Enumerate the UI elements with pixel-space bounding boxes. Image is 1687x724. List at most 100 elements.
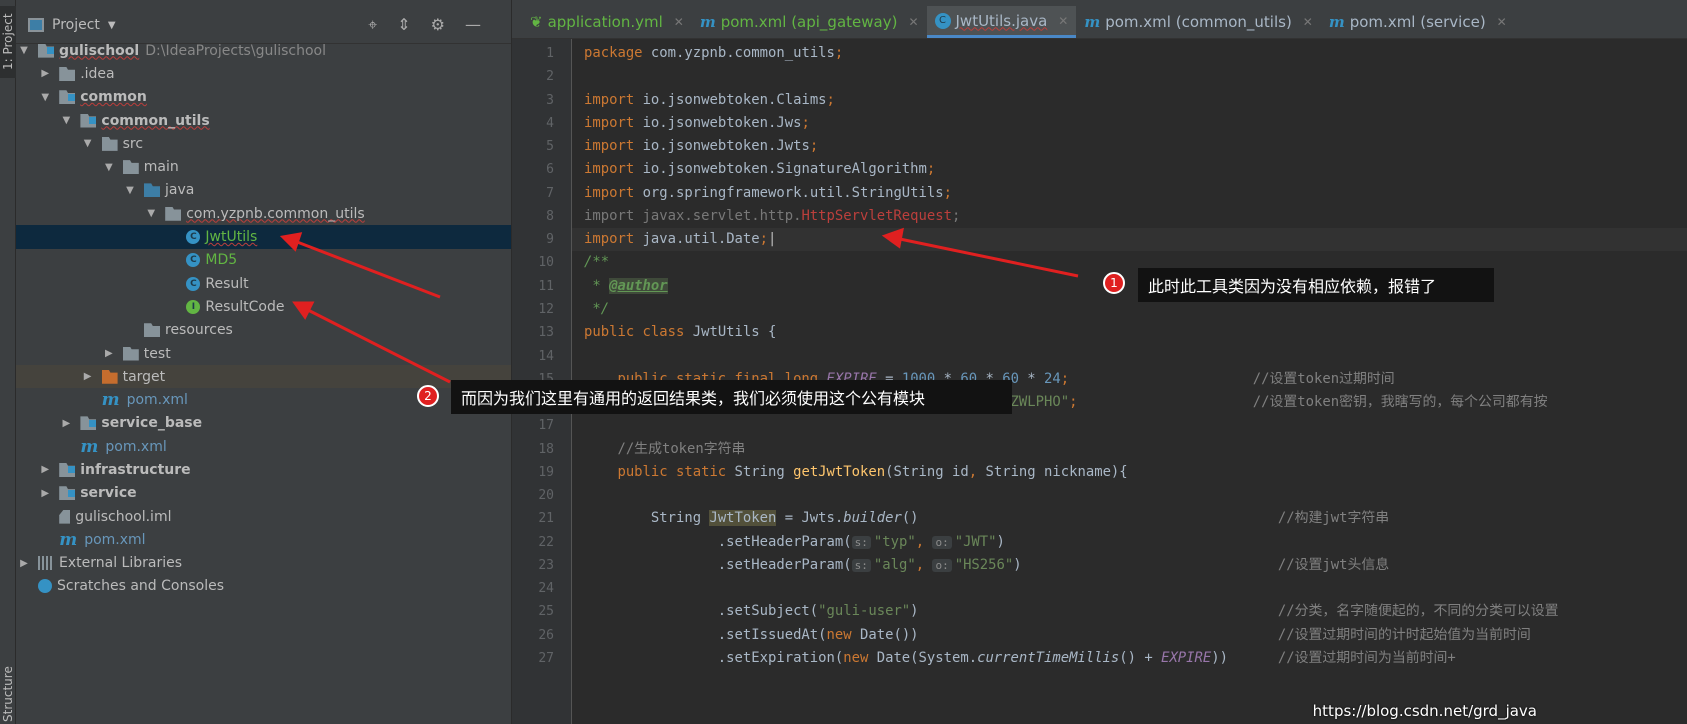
tree-item[interactable]: ▼ main — [16, 155, 511, 178]
tree-item[interactable]: ▼ java — [16, 179, 511, 202]
tree-item[interactable]: ▶ infrastructure — [16, 458, 511, 481]
tree-item[interactable]: ▶ target — [16, 365, 511, 389]
tree-item[interactable]: ▼ gulischool D:\IdeaProjects\gulischool — [16, 39, 511, 62]
gear-icon[interactable]: ⚙ — [431, 15, 445, 35]
code-token: ) — [1013, 556, 1022, 573]
chevron-down-icon[interactable]: ▼ — [103, 162, 115, 173]
code-line[interactable]: import io.jsonwebtoken.Claims; — [584, 89, 835, 112]
code-line[interactable]: * @author — [584, 275, 668, 298]
code-token: import — [584, 161, 635, 178]
code-token: io.jsonwebtoken.Jws — [642, 114, 802, 131]
chevron-down-icon[interactable]: ▼ — [39, 92, 51, 103]
code-line[interactable]: /** — [584, 251, 609, 274]
tree-item-path: D:\IdeaProjects\gulischool — [145, 42, 326, 59]
code-line[interactable]: .setHeaderParam(s: "typ", o: "JWT") — [584, 531, 1005, 554]
tree-item-label: src — [122, 135, 144, 152]
tree-item[interactable]: gulischool.iml — [16, 505, 511, 528]
tree-item[interactable]: ▶ service_base — [16, 412, 511, 435]
minimize-icon[interactable]: — — [465, 15, 481, 35]
code-line[interactable]: import java.util.Date;| — [584, 228, 776, 251]
code-line[interactable]: import io.jsonwebtoken.SignatureAlgorith… — [584, 158, 935, 181]
chevron-down-icon[interactable]: ▼ — [145, 208, 157, 219]
tree-item[interactable]: ▼ com.yzpnb.common_utils — [16, 202, 511, 225]
cls-icon: C — [186, 276, 201, 291]
code-line[interactable]: */ — [584, 298, 609, 321]
close-icon[interactable]: ✕ — [1497, 15, 1507, 29]
code-token: new — [843, 650, 869, 667]
code-line[interactable]: .setSubject("guli-user") //分类，名字随便起的，不同的分… — [584, 600, 1559, 623]
chevron-right-icon[interactable]: ▶ — [18, 558, 30, 569]
text-cursor: | — [768, 231, 777, 248]
close-icon[interactable]: ✕ — [908, 15, 918, 29]
code-comment: //设置jwt头信息 — [1277, 556, 1390, 573]
tool-window-stripe: 1: Project Structure — [0, 0, 16, 724]
code-token: import javax.servlet.http. — [584, 207, 802, 224]
target-icon — [101, 369, 118, 384]
code-token: //生成token字符串 — [584, 440, 746, 457]
tree-item[interactable]: ▼ common — [16, 86, 511, 109]
chevron-down-icon[interactable]: ▼ — [60, 115, 72, 126]
tree-item[interactable]: resources — [16, 319, 511, 342]
tree-item[interactable]: ▶ External Libraries — [16, 552, 511, 575]
close-icon[interactable]: ✕ — [674, 15, 684, 29]
code-line[interactable]: public static String getJwtToken(String … — [584, 461, 1127, 484]
chevron-right-icon[interactable]: ▶ — [103, 348, 115, 359]
code-line[interactable]: import org.springframework.util.StringUt… — [584, 182, 952, 205]
chevron-down-icon[interactable]: ▼ — [82, 138, 94, 149]
tree-item[interactable]: C Result — [16, 272, 511, 295]
tree-item-label: common — [80, 89, 147, 106]
chevron-right-icon[interactable]: ▶ — [39, 488, 51, 499]
tree-item[interactable]: Scratches and Consoles — [16, 575, 511, 598]
project-panel: Project ▼ ⌖ ⇕ ⚙ — ▼ gulischool D:\IdeaProj… — [16, 0, 512, 724]
tree-item[interactable]: C JwtUtils — [16, 225, 511, 249]
code-line[interactable]: .setIssuedAt(new Date()) //设置过期时间的计时起始值为当… — [584, 624, 1531, 647]
tree-item[interactable]: ▶ service — [16, 482, 511, 505]
collapse-all-icon[interactable]: ⇕ — [397, 15, 410, 35]
line-number: 1 — [546, 46, 554, 61]
tree-item[interactable]: ▶ .idea — [16, 62, 511, 85]
project-tool-tab[interactable]: 1: Project — [0, 6, 16, 78]
tree-item[interactable]: ▼ src — [16, 132, 511, 155]
code-line[interactable]: String JwtToken = Jwts.builder() //构建jwt字… — [584, 507, 1389, 530]
chevron-right-icon[interactable]: ▶ — [39, 464, 51, 475]
chevron-down-icon[interactable]: ▼ — [18, 45, 30, 56]
tab-application-yml[interactable]: ❦ application.yml ✕ — [522, 6, 692, 38]
chevron-down-icon[interactable]: ▼ — [124, 185, 136, 196]
structure-tool-tab[interactable]: Structure — [0, 664, 16, 724]
chevron-down-icon[interactable]: ▼ — [108, 20, 116, 31]
tree-item[interactable]: ▼ common_utils — [16, 109, 511, 132]
code-token: ; — [951, 207, 961, 224]
close-icon[interactable]: ✕ — [1303, 15, 1313, 29]
code-line[interactable]: //生成token字符串 — [584, 438, 745, 461]
code-line[interactable]: public class JwtUtils { — [584, 321, 776, 344]
code-token: io.jsonwebtoken.Claims — [642, 91, 827, 108]
tab-pom-xml-common-utils-[interactable]: m pom.xml (common_utils) ✕ — [1076, 6, 1321, 38]
tab-jwtutils-java[interactable]: C JwtUtils.java ✕ — [926, 6, 1077, 38]
close-icon[interactable]: ✕ — [1058, 14, 1068, 28]
chevron-right-icon[interactable]: ▶ — [39, 68, 51, 79]
tree-item[interactable]: I ResultCode — [16, 295, 511, 318]
code-token: "typ" — [873, 533, 916, 550]
code-line[interactable]: .setExpiration(new Date(System.currentTi… — [584, 647, 1456, 670]
code-line[interactable]: import javax.servlet.http.HttpServletReq… — [584, 205, 960, 228]
tree-item[interactable]: C MD5 — [16, 249, 511, 272]
code-line[interactable]: .setHeaderParam(s: "alg", o: "HS256") //设置j… — [584, 554, 1389, 577]
line-number: 10 — [538, 255, 554, 271]
project-view-selector[interactable]: Project — [52, 17, 100, 33]
code-token: JwtUtils { — [692, 324, 777, 341]
chevron-right-icon[interactable]: ▶ — [82, 371, 94, 382]
code-token: (String id — [885, 463, 969, 480]
chevron-right-icon[interactable]: ▶ — [60, 418, 72, 429]
tree-item[interactable]: m pom.xml — [16, 435, 511, 458]
code-line[interactable]: import io.jsonwebtoken.Jws; — [584, 112, 810, 135]
tree-item[interactable]: ▶ test — [16, 342, 511, 365]
tab-pom-xml-service-[interactable]: m pom.xml (service) ✕ — [1321, 6, 1515, 38]
tab-pom-xml-api-gateway-[interactable]: m pom.xml (api_gateway) ✕ — [692, 6, 927, 38]
code-token: .setHeaderParam( — [584, 533, 852, 550]
line-number: 27 — [538, 651, 554, 667]
tree-item[interactable]: m pom.xml — [16, 528, 511, 551]
locate-icon[interactable]: ⌖ — [368, 15, 377, 35]
maven-icon: m — [59, 529, 78, 550]
code-line[interactable]: package com.yzpnb.common_utils; — [584, 42, 843, 65]
code-line[interactable]: import io.jsonwebtoken.Jwts; — [584, 135, 818, 158]
